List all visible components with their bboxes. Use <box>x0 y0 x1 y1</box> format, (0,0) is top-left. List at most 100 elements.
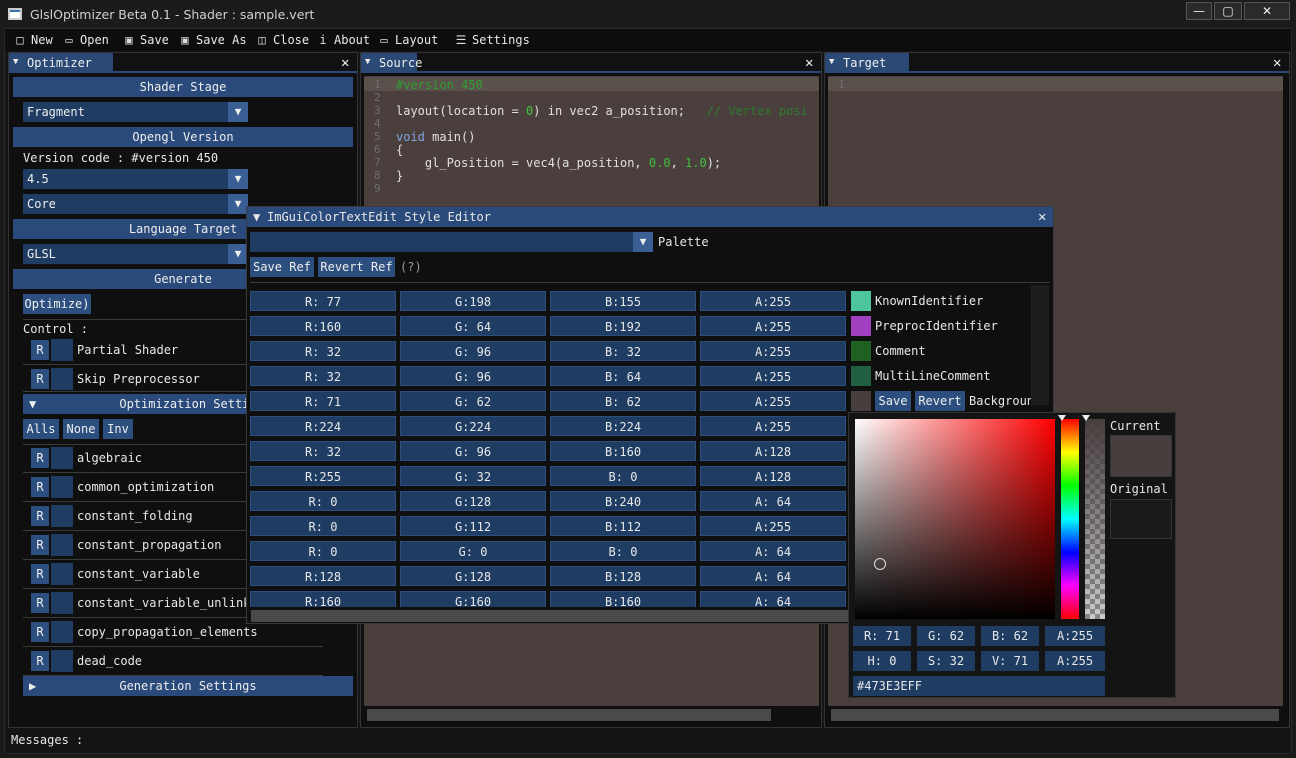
reset-button[interactable]: R <box>31 564 49 584</box>
b-component-field[interactable]: B:224 <box>550 416 696 436</box>
menu-open[interactable]: ▭ Open <box>62 33 109 47</box>
b-component-field[interactable]: B: 0 <box>550 466 696 486</box>
b-component-field[interactable]: B:112 <box>550 516 696 536</box>
menu-save[interactable]: ▣ Save <box>122 33 169 47</box>
option-checkbox[interactable] <box>51 563 73 585</box>
reset-button[interactable]: R <box>31 477 49 497</box>
b-component-field[interactable]: B:160 <box>550 591 696 607</box>
alls-button[interactable]: Alls <box>23 419 59 439</box>
r-component-field[interactable]: R: 71 <box>250 391 396 411</box>
g-component-field[interactable]: G: 64 <box>400 316 546 336</box>
g-component-field[interactable]: G:198 <box>400 291 546 311</box>
g-component-field[interactable]: G:160 <box>400 591 546 607</box>
b-component-field[interactable]: B: 64 <box>550 366 696 386</box>
background-save-button[interactable]: Save <box>875 391 911 411</box>
b-component-field[interactable]: B:128 <box>550 566 696 586</box>
revert-ref-button[interactable]: Revert Ref <box>318 257 395 277</box>
alpha-bar[interactable] <box>1085 419 1105 619</box>
reset-button[interactable]: R <box>31 651 49 671</box>
close-window-button[interactable]: ✕ <box>1244 2 1290 20</box>
saturation-value-square[interactable] <box>855 419 1055 619</box>
optimize-button[interactable]: Optimize) <box>23 294 91 314</box>
a-component-field[interactable]: A:255 <box>700 391 846 411</box>
shader-stage-combo[interactable]: Fragment ▼ <box>23 102 248 122</box>
option-checkbox[interactable] <box>51 592 73 614</box>
g-component-field[interactable]: G: 96 <box>400 441 546 461</box>
inv-button[interactable]: Inv <box>103 419 133 439</box>
a-component-field[interactable]: A: 64 <box>700 491 846 511</box>
maximize-button[interactable]: ▢ <box>1214 2 1242 20</box>
g-component-field[interactable]: G: 0 <box>400 541 546 561</box>
palette-color-swatch[interactable] <box>851 341 871 361</box>
r-component-field[interactable]: R: 77 <box>250 291 396 311</box>
g-component-field[interactable]: G: 96 <box>400 366 546 386</box>
palette-color-swatch[interactable] <box>851 291 871 311</box>
a-component-field[interactable]: A:255 <box>700 291 846 311</box>
reset-button[interactable]: R <box>31 448 49 468</box>
optimizer-close-icon[interactable]: ✕ <box>341 55 349 71</box>
b-component-field[interactable]: B: 32 <box>550 341 696 361</box>
r-component-field[interactable]: R: 32 <box>250 366 396 386</box>
green-input[interactable]: G: 62 <box>917 626 975 646</box>
g-component-field[interactable]: G: 96 <box>400 341 546 361</box>
option-checkbox[interactable] <box>51 476 73 498</box>
menu-new[interactable]: □ New <box>13 33 52 47</box>
red-input[interactable]: R: 71 <box>853 626 911 646</box>
palette-color-swatch[interactable] <box>851 366 871 386</box>
option-checkbox[interactable] <box>51 621 73 643</box>
a-component-field[interactable]: A:255 <box>700 366 846 386</box>
reset-button[interactable]: R <box>31 622 49 642</box>
option-checkbox[interactable] <box>51 650 73 672</box>
g-component-field[interactable]: G:128 <box>400 566 546 586</box>
r-component-field[interactable]: R:160 <box>250 316 396 336</box>
reset-button[interactable]: R <box>31 535 49 555</box>
a-component-field[interactable]: A:128 <box>700 466 846 486</box>
reset-button[interactable]: R <box>31 340 49 360</box>
r-component-field[interactable]: R:128 <box>250 566 396 586</box>
a-component-field[interactable]: A: 64 <box>700 566 846 586</box>
source-hscrollbar[interactable] <box>367 709 771 721</box>
a-component-field[interactable]: A:255 <box>700 516 846 536</box>
g-component-field[interactable]: G: 32 <box>400 466 546 486</box>
save-ref-button[interactable]: Save Ref <box>250 257 314 277</box>
b-component-field[interactable]: B:240 <box>550 491 696 511</box>
option-checkbox[interactable] <box>51 534 73 556</box>
palette-vscrollbar[interactable] <box>1031 285 1049 405</box>
a-component-field[interactable]: A: 64 <box>700 541 846 561</box>
a-component-field[interactable]: A:128 <box>700 441 846 461</box>
source-close-icon[interactable]: ✕ <box>805 55 813 71</box>
reset-button[interactable]: R <box>31 369 49 389</box>
alpha-input-hsv[interactable]: A:255 <box>1045 651 1105 671</box>
reset-button[interactable]: R <box>31 593 49 613</box>
menu-layout[interactable]: ▭ Layout <box>377 33 438 47</box>
r-component-field[interactable]: R: 0 <box>250 491 396 511</box>
option-checkbox[interactable] <box>51 505 73 527</box>
background-revert-button[interactable]: Revert <box>915 391 965 411</box>
palette-color-swatch[interactable] <box>851 316 871 336</box>
g-component-field[interactable]: G:128 <box>400 491 546 511</box>
hex-input[interactable]: #473E3EFF <box>853 676 1105 696</box>
blue-input[interactable]: B: 62 <box>981 626 1039 646</box>
g-component-field[interactable]: G: 62 <box>400 391 546 411</box>
minimize-button[interactable]: — <box>1186 2 1212 20</box>
b-component-field[interactable]: B: 62 <box>550 391 696 411</box>
close-icon[interactable]: ✕ <box>1038 209 1046 225</box>
tab-source[interactable]: ▼ Source <box>361 53 422 73</box>
b-component-field[interactable]: B:155 <box>550 291 696 311</box>
saturation-input[interactable]: S: 32 <box>917 651 975 671</box>
help-marker[interactable]: (?) <box>400 260 422 274</box>
palette-color-swatch[interactable] <box>851 391 871 411</box>
style-editor-titlebar[interactable]: ▼ ImGuiColorTextEdit Style Editor ✕ <box>247 207 1053 227</box>
opengl-version-header[interactable]: Opengl Version <box>13 127 353 147</box>
hue-bar[interactable] <box>1061 419 1079 619</box>
b-component-field[interactable]: B: 0 <box>550 541 696 561</box>
tab-optimizer[interactable]: ▼ Optimizer <box>9 53 113 73</box>
value-input[interactable]: V: 71 <box>981 651 1039 671</box>
r-component-field[interactable]: R:224 <box>250 416 396 436</box>
picker-cursor[interactable] <box>874 558 886 570</box>
profile-combo[interactable]: Core ▼ <box>23 194 248 214</box>
target-close-icon[interactable]: ✕ <box>1273 55 1281 71</box>
r-component-field[interactable]: R: 0 <box>250 516 396 536</box>
original-color-swatch[interactable] <box>1110 499 1172 539</box>
b-component-field[interactable]: B:160 <box>550 441 696 461</box>
